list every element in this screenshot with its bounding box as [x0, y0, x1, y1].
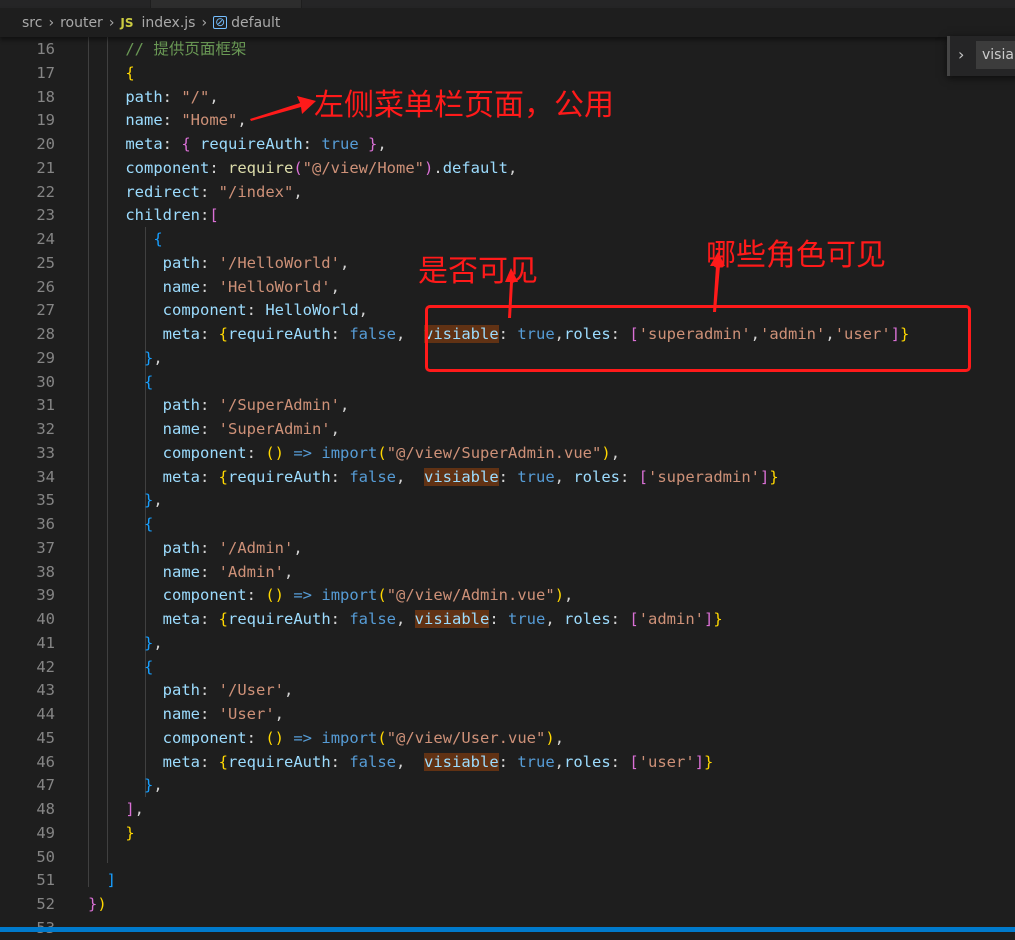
arrow-roles	[710, 252, 725, 312]
status-bar	[0, 927, 1015, 932]
arrow-home	[250, 96, 316, 121]
arrow-visible	[505, 268, 518, 318]
annotation-arrows	[250, 96, 725, 318]
